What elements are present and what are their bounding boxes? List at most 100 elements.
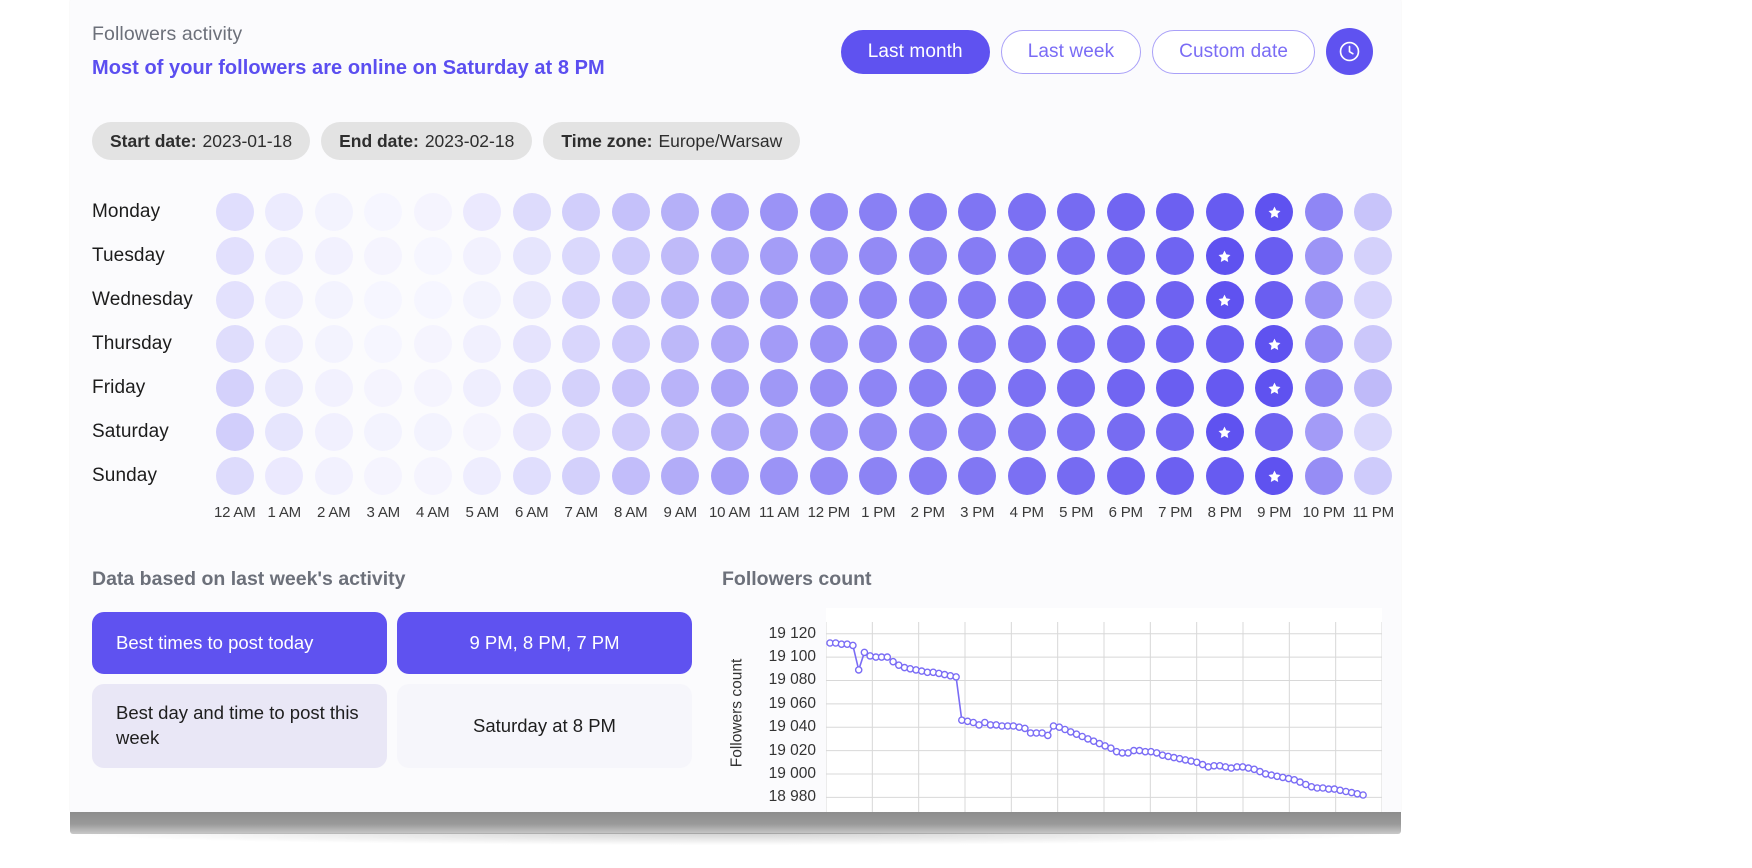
range-button-last-month[interactable]: Last month xyxy=(840,29,990,74)
heatmap-cell[interactable] xyxy=(656,410,706,454)
heatmap-cell[interactable] xyxy=(1250,454,1300,498)
heatmap-cell[interactable] xyxy=(309,234,359,278)
heatmap-cell[interactable] xyxy=(1200,366,1250,410)
heatmap-cell[interactable] xyxy=(953,190,1003,234)
heatmap-cell[interactable] xyxy=(606,410,656,454)
heatmap-cell[interactable] xyxy=(260,234,310,278)
heatmap-cell[interactable] xyxy=(854,454,904,498)
heatmap-cell[interactable] xyxy=(309,190,359,234)
heatmap-cell[interactable] xyxy=(1349,190,1399,234)
heatmap-cell[interactable] xyxy=(210,454,260,498)
heatmap-cell[interactable] xyxy=(1101,278,1151,322)
heatmap-cell[interactable] xyxy=(656,366,706,410)
heatmap-cell[interactable] xyxy=(1299,322,1349,366)
heatmap-cell[interactable] xyxy=(953,410,1003,454)
heatmap-cell[interactable] xyxy=(755,366,805,410)
heatmap-cell[interactable] xyxy=(1052,322,1102,366)
heatmap-cell[interactable] xyxy=(656,454,706,498)
heatmap-cell[interactable] xyxy=(1299,234,1349,278)
heatmap-cell[interactable] xyxy=(1101,454,1151,498)
heatmap-cell[interactable] xyxy=(507,190,557,234)
heatmap-cell[interactable] xyxy=(705,366,755,410)
heatmap-cell[interactable] xyxy=(458,190,508,234)
heatmap-cell[interactable] xyxy=(309,454,359,498)
heatmap-cell[interactable] xyxy=(1101,410,1151,454)
heatmap-cell[interactable] xyxy=(557,410,607,454)
heatmap-cell[interactable] xyxy=(1349,454,1399,498)
heatmap-cell[interactable] xyxy=(1002,366,1052,410)
heatmap-cell[interactable] xyxy=(804,190,854,234)
heatmap-cell[interactable] xyxy=(1250,366,1300,410)
heatmap-cell[interactable] xyxy=(854,278,904,322)
heatmap-cell[interactable] xyxy=(705,454,755,498)
heatmap-cell[interactable] xyxy=(1349,410,1399,454)
range-button-custom-date[interactable]: Custom date xyxy=(1152,29,1315,74)
heatmap-cell[interactable] xyxy=(1299,278,1349,322)
heatmap-cell[interactable] xyxy=(557,234,607,278)
heatmap-cell[interactable] xyxy=(1200,234,1250,278)
heatmap-cell[interactable] xyxy=(705,278,755,322)
heatmap-cell[interactable] xyxy=(359,190,409,234)
heatmap-cell[interactable] xyxy=(309,410,359,454)
heatmap-cell[interactable] xyxy=(260,454,310,498)
heatmap-cell[interactable] xyxy=(260,322,310,366)
heatmap-cell[interactable] xyxy=(507,322,557,366)
insight-value-best-times[interactable]: 9 PM, 8 PM, 7 PM xyxy=(397,612,692,674)
heatmap-cell[interactable] xyxy=(1101,322,1151,366)
heatmap-cell[interactable] xyxy=(1349,366,1399,410)
heatmap-cell[interactable] xyxy=(903,278,953,322)
heatmap-cell[interactable] xyxy=(1101,234,1151,278)
heatmap-cell[interactable] xyxy=(804,278,854,322)
heatmap-cell[interactable] xyxy=(854,190,904,234)
heatmap-cell[interactable] xyxy=(903,190,953,234)
heatmap-cell[interactable] xyxy=(359,234,409,278)
heatmap-cell[interactable] xyxy=(359,322,409,366)
heatmap-cell[interactable] xyxy=(408,278,458,322)
heatmap-cell[interactable] xyxy=(1299,454,1349,498)
heatmap-cell[interactable] xyxy=(1002,278,1052,322)
heatmap-cell[interactable] xyxy=(557,454,607,498)
heatmap-cell[interactable] xyxy=(1250,322,1300,366)
heatmap-cell[interactable] xyxy=(557,190,607,234)
heatmap-cell[interactable] xyxy=(953,322,1003,366)
heatmap-cell[interactable] xyxy=(1250,278,1300,322)
heatmap-cell[interactable] xyxy=(408,454,458,498)
heatmap-cell[interactable] xyxy=(260,278,310,322)
heatmap-cell[interactable] xyxy=(953,366,1003,410)
heatmap-cell[interactable] xyxy=(1151,322,1201,366)
heatmap-cell[interactable] xyxy=(606,278,656,322)
heatmap-cell[interactable] xyxy=(804,234,854,278)
heatmap-cell[interactable] xyxy=(359,454,409,498)
heatmap-cell[interactable] xyxy=(507,454,557,498)
heatmap-cell[interactable] xyxy=(755,454,805,498)
heatmap-cell[interactable] xyxy=(408,410,458,454)
heatmap-cell[interactable] xyxy=(705,410,755,454)
insight-key-best-day[interactable]: Best day and time to post this week xyxy=(92,684,387,768)
heatmap-cell[interactable] xyxy=(656,278,706,322)
heatmap-cell[interactable] xyxy=(458,234,508,278)
heatmap-cell[interactable] xyxy=(260,190,310,234)
heatmap-cell[interactable] xyxy=(210,410,260,454)
heatmap-cell[interactable] xyxy=(903,410,953,454)
heatmap-cell[interactable] xyxy=(606,322,656,366)
heatmap-cell[interactable] xyxy=(953,278,1003,322)
heatmap-cell[interactable] xyxy=(1052,410,1102,454)
heatmap-cell[interactable] xyxy=(1200,278,1250,322)
heatmap-cell[interactable] xyxy=(656,234,706,278)
heatmap-cell[interactable] xyxy=(1002,322,1052,366)
range-button-last-week[interactable]: Last week xyxy=(1000,29,1142,74)
heatmap-cell[interactable] xyxy=(408,366,458,410)
heatmap-cell[interactable] xyxy=(1052,278,1102,322)
heatmap-cell[interactable] xyxy=(1200,190,1250,234)
heatmap-cell[interactable] xyxy=(1151,234,1201,278)
heatmap-cell[interactable] xyxy=(260,410,310,454)
heatmap-cell[interactable] xyxy=(1349,278,1399,322)
heatmap-cell[interactable] xyxy=(705,190,755,234)
heatmap-cell[interactable] xyxy=(1349,322,1399,366)
heatmap-cell[interactable] xyxy=(359,410,409,454)
heatmap-cell[interactable] xyxy=(1299,190,1349,234)
heatmap-cell[interactable] xyxy=(359,366,409,410)
heatmap-cell[interactable] xyxy=(755,410,805,454)
heatmap-cell[interactable] xyxy=(1002,234,1052,278)
heatmap-cell[interactable] xyxy=(1052,366,1102,410)
